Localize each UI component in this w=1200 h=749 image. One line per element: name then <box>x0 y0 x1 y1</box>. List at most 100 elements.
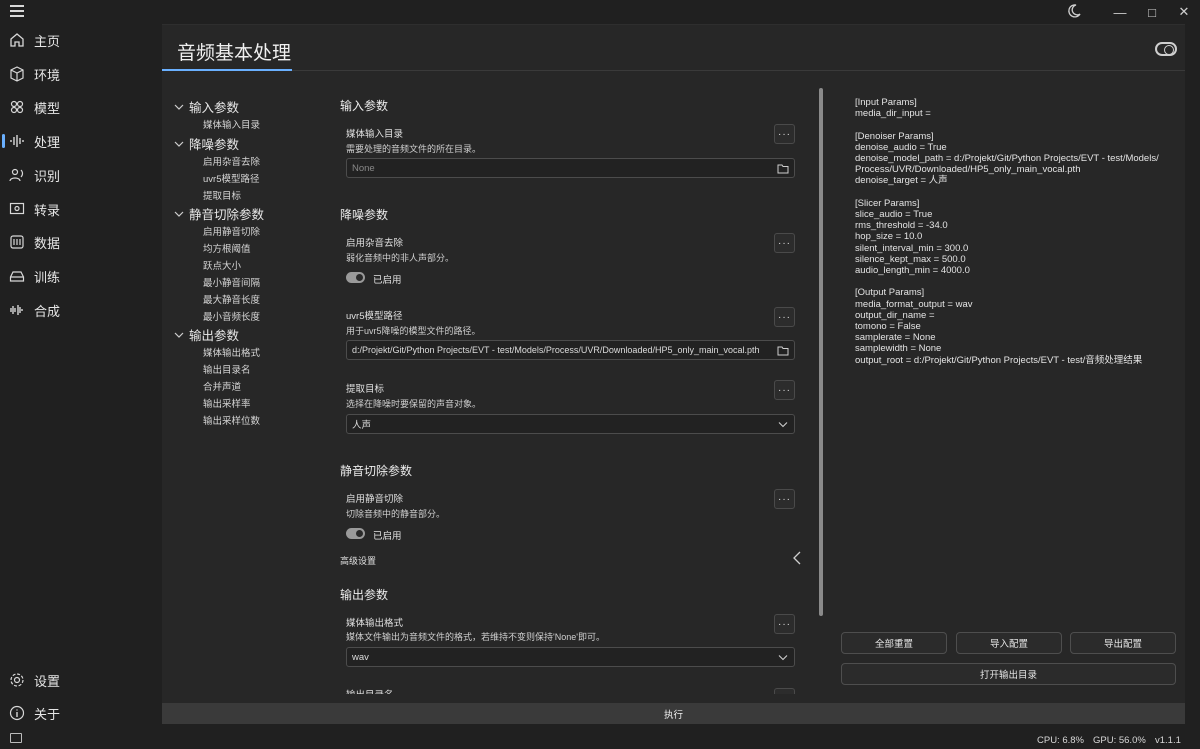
close-icon[interactable]: ✕ <box>1168 4 1200 20</box>
gear-icon <box>8 671 26 689</box>
input-value: d:/Projekt/Git/Python Projects/EVT - tes… <box>352 345 760 355</box>
tree-item[interactable]: 启用杂音去除 <box>203 154 260 168</box>
tree-group-label: 降噪参数 <box>189 138 240 152</box>
nav-item-settings[interactable]: 设置 <box>0 665 160 695</box>
tree-group-output[interactable]: 输出参数 <box>174 325 239 344</box>
more-options-button[interactable]: ··· <box>774 614 795 634</box>
nav-item-home[interactable]: 主页 <box>0 25 160 55</box>
nav-item-transcribe[interactable]: 转录 <box>0 194 160 224</box>
tree-item[interactable]: 最大静音长度 <box>203 292 260 306</box>
select-value: wav <box>352 651 369 663</box>
version-label: v1.1.1 <box>1155 735 1181 746</box>
open-output-dir-button[interactable]: 打开输出目录 <box>841 663 1176 685</box>
chevron-down-icon <box>174 141 184 147</box>
export-config-button[interactable]: 导出配置 <box>1070 632 1176 654</box>
field-label: 启用杂音去除 <box>346 238 404 249</box>
tree-item[interactable]: 均方根阈值 <box>203 241 251 255</box>
nav-item-data[interactable]: 数据 <box>0 227 160 257</box>
tree-item[interactable]: 提取目标 <box>203 188 241 202</box>
terminal-icon[interactable] <box>10 733 22 743</box>
field-label: uvr5模型路径 <box>346 311 403 322</box>
nav-label: 模型 <box>34 100 61 116</box>
nav-item-train[interactable]: 训练 <box>0 261 160 291</box>
advanced-settings[interactable]: 高级设置 <box>340 554 376 567</box>
tree-group-slicer[interactable]: 静音切除参数 <box>174 204 264 223</box>
chevron-down-icon <box>174 332 184 338</box>
nav-item-model[interactable]: 模型 <box>0 92 160 122</box>
tree-group-denoise[interactable]: 降噪参数 <box>174 134 239 153</box>
uvr5-model-path-field[interactable]: d:/Projekt/Git/Python Projects/EVT - tes… <box>346 340 795 360</box>
tree-item[interactable]: 输出采样位数 <box>203 413 260 427</box>
scrollbar[interactable] <box>819 88 823 616</box>
hamburger-menu-icon[interactable] <box>10 5 24 20</box>
field-description: 弱化音频中的非人声部分。 <box>346 253 455 263</box>
moon-icon[interactable] <box>1066 3 1086 23</box>
section-title-slicer: 静音切除参数 <box>340 464 413 478</box>
folder-icon[interactable] <box>777 163 789 174</box>
tree-item[interactable]: 启用静音切除 <box>203 224 260 238</box>
nav-label: 转录 <box>34 202 61 218</box>
nav-rail: 主页 环境 模型 处理 识别 转录 数据 训练 合成 设置 关于 <box>0 0 160 749</box>
nav-item-about[interactable]: 关于 <box>0 698 160 728</box>
tree-item[interactable]: 媒体输入目录 <box>203 117 260 131</box>
nav-label: 设置 <box>34 673 61 689</box>
tree-item[interactable]: 媒体输出格式 <box>203 345 260 359</box>
nav-item-environment[interactable]: 环境 <box>0 59 160 89</box>
cube-icon <box>8 65 26 83</box>
tree-item[interactable]: 最小静音间隔 <box>203 275 260 289</box>
speech-icon <box>8 166 26 184</box>
field-description: 需要处理的音频文件的所在目录。 <box>346 144 482 154</box>
molecule-icon <box>8 98 26 116</box>
toggle-view-icon[interactable] <box>1155 42 1177 56</box>
nav-label: 关于 <box>34 706 61 722</box>
info-icon <box>8 704 26 722</box>
more-options-button[interactable]: ··· <box>774 233 795 253</box>
minimize-icon[interactable]: — <box>1104 5 1136 20</box>
tree-group-label: 输出参数 <box>189 329 240 343</box>
field-description: 切除音频中的静音部分。 <box>346 509 446 519</box>
denoise-toggle[interactable] <box>346 272 365 283</box>
window-controls: — □ ✕ <box>1104 0 1200 24</box>
media-input-dir-field[interactable]: None <box>346 158 795 178</box>
tree-item[interactable]: uvr5模型路径 <box>203 171 259 185</box>
nav-label: 合成 <box>34 303 61 319</box>
field-description: 媒体文件输出为音频文件的格式，若维持不变则保持'None'即可。 <box>346 632 605 642</box>
nav-label: 训练 <box>34 269 61 285</box>
toggle-state-label: 已启用 <box>373 275 402 286</box>
more-options-button[interactable]: ··· <box>774 489 795 509</box>
tree-item[interactable]: 输出采样率 <box>203 396 251 410</box>
nav-item-synthesis[interactable]: 合成 <box>0 295 160 325</box>
more-options-button[interactable]: ··· <box>774 380 795 400</box>
drive-icon <box>8 267 26 285</box>
tree-item[interactable]: 跃点大小 <box>203 258 241 272</box>
maximize-icon[interactable]: □ <box>1136 5 1168 20</box>
tree-item[interactable]: 合并声道 <box>203 379 241 393</box>
more-options-button[interactable] <box>774 688 795 694</box>
database-icon <box>8 233 26 251</box>
section-title-denoise: 降噪参数 <box>340 208 389 222</box>
more-options-button[interactable]: ··· <box>774 307 795 327</box>
reset-all-button[interactable]: 全部重置 <box>841 632 947 654</box>
nav-item-process[interactable]: 处理 <box>0 126 160 156</box>
transcribe-icon <box>8 200 26 218</box>
more-options-button[interactable]: ··· <box>774 124 795 144</box>
folder-icon[interactable] <box>777 345 789 356</box>
section-title-input: 输入参数 <box>340 99 389 113</box>
nav-label: 识别 <box>34 168 61 184</box>
title-underline <box>162 69 292 71</box>
execute-button[interactable]: 执行 <box>162 703 1185 724</box>
field-label-partial: 输出目录名 <box>346 687 394 694</box>
tree-group-input[interactable]: 输入参数 <box>174 97 239 116</box>
output-format-select[interactable]: wav <box>346 647 795 667</box>
tree-item[interactable]: 最小音频长度 <box>203 309 260 323</box>
chevron-left-icon[interactable] <box>792 551 802 565</box>
extract-target-select[interactable]: 人声 <box>346 414 795 434</box>
tree-item[interactable]: 输出目录名 <box>203 362 251 376</box>
waveform-icon <box>8 132 26 150</box>
field-label: 媒体输出格式 <box>346 618 404 629</box>
divider <box>292 70 1185 71</box>
nav-item-recognize[interactable]: 识别 <box>0 160 160 190</box>
import-config-button[interactable]: 导入配置 <box>956 632 1062 654</box>
tree-group-label: 静音切除参数 <box>189 208 265 222</box>
slicer-toggle[interactable] <box>346 528 365 539</box>
